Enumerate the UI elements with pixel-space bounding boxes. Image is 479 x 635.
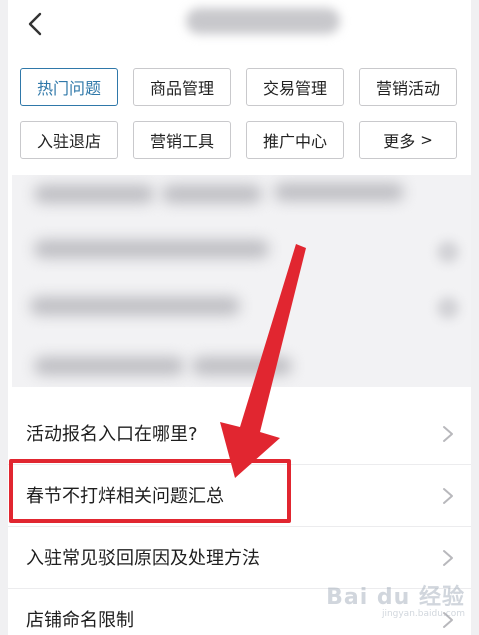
tag-label: 交易管理 <box>262 79 327 98</box>
tag-transaction-management[interactable]: 交易管理 <box>246 68 344 106</box>
app-screen: 热门问题 商品管理 交易管理 营销活动 入驻退店 营销工具 推广中心 更多 > <box>8 0 471 635</box>
blurred-text <box>274 183 404 201</box>
blurred-icon <box>437 241 459 263</box>
watermark: Bai du 经验 jingyan.baidu.com <box>326 579 465 619</box>
tag-label: 推广中心 <box>262 132 327 151</box>
list-item[interactable]: 春节不打烊相关问题汇总 <box>8 465 471 527</box>
chevron-left-icon <box>28 12 42 36</box>
question-text: 店铺命名限制 <box>26 610 134 631</box>
tag-marketing-activities[interactable]: 营销活动 <box>359 68 457 106</box>
tag-product-management[interactable]: 商品管理 <box>133 68 231 106</box>
blurred-text <box>192 357 292 375</box>
tag-promotion-center[interactable]: 推广中心 <box>246 121 344 159</box>
blurred-icon <box>437 297 459 319</box>
blurred-text <box>34 185 154 203</box>
blurred-content <box>12 175 471 387</box>
question-text: 春节不打烊相关问题汇总 <box>26 486 224 507</box>
watermark-logo: Bai du 经验 <box>326 585 465 610</box>
more-chevron: > <box>420 131 433 149</box>
tag-marketing-tools[interactable]: 营销工具 <box>133 121 231 159</box>
list-item[interactable]: 活动报名入口在哪里? <box>8 403 471 465</box>
tag-label: 营销活动 <box>375 79 440 98</box>
tag-label: 营销工具 <box>149 132 214 151</box>
tag-label: 热门问题 <box>36 79 101 98</box>
chevron-right-icon <box>443 550 453 566</box>
tag-more[interactable]: 更多 > <box>359 121 457 159</box>
back-button[interactable] <box>20 8 50 40</box>
tag-label: 更多 <box>383 132 416 151</box>
tag-onboarding-exit[interactable]: 入驻退店 <box>20 121 118 159</box>
blurred-text <box>34 357 184 375</box>
tag-hot-questions[interactable]: 热门问题 <box>20 68 118 106</box>
chevron-right-icon <box>443 426 453 442</box>
question-text: 活动报名入口在哪里? <box>26 424 198 445</box>
chevron-right-icon <box>443 488 453 504</box>
top-bar <box>8 0 471 48</box>
page-title-blurred <box>186 8 340 34</box>
tag-label: 商品管理 <box>149 79 214 98</box>
blurred-text <box>30 297 240 315</box>
blurred-text <box>162 185 262 203</box>
blurred-text <box>34 240 269 258</box>
question-text: 入驻常见驳回原因及处理方法 <box>26 548 260 569</box>
tag-label: 入驻退店 <box>36 132 101 151</box>
